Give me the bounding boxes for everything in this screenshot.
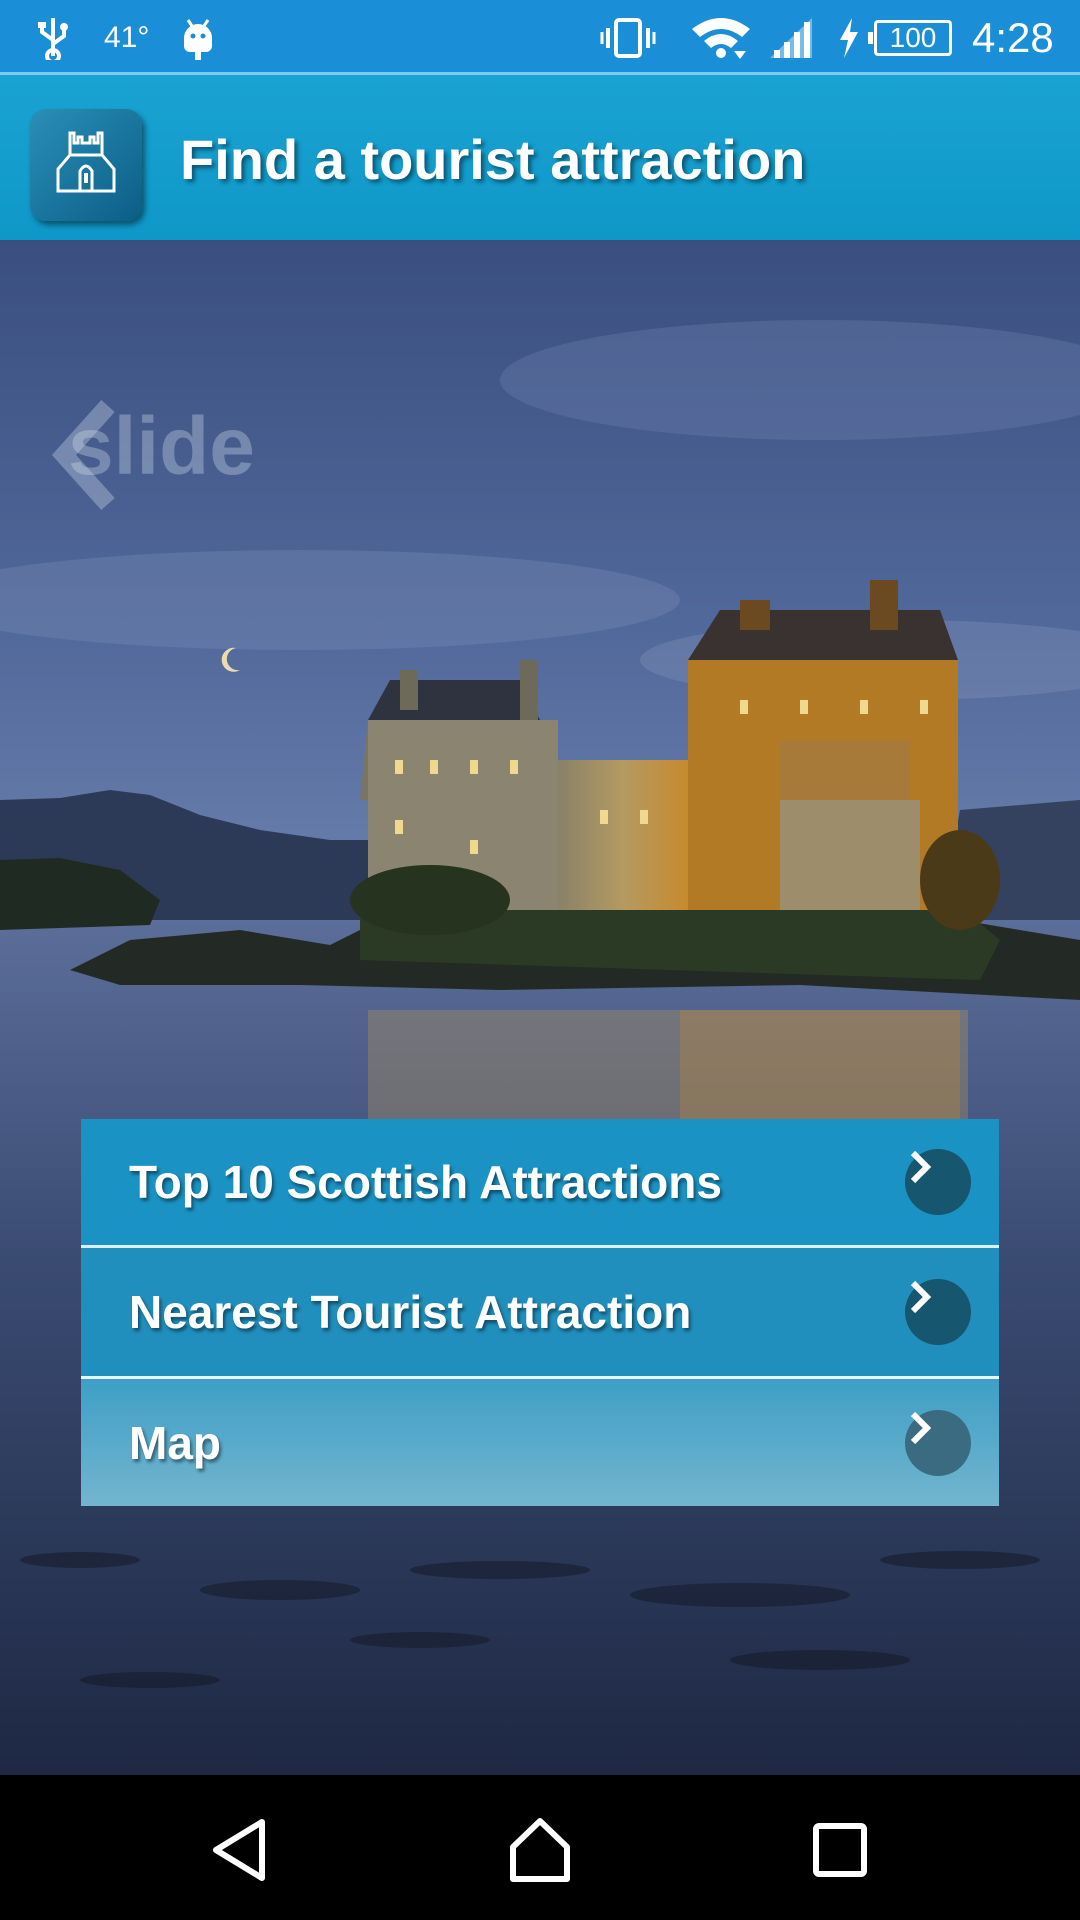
back-icon[interactable]	[200, 1815, 280, 1885]
clock: 4:28	[972, 13, 1054, 61]
navigation-bar	[0, 1775, 1080, 1920]
chevron-right-icon	[905, 1149, 971, 1215]
chevron-left-icon	[51, 400, 115, 510]
castle-photo: slide Top 10 Scottish Attractions Neares…	[0, 240, 1080, 1775]
signal-icon	[768, 0, 814, 75]
menu-item-label: Map	[129, 1416, 221, 1469]
usb-icon	[36, 0, 70, 75]
battery-level: 100	[868, 19, 952, 56]
app-bar: Find a tourist attraction	[0, 75, 1080, 240]
chevron-right-icon	[905, 1279, 971, 1345]
recents-icon[interactable]	[800, 1815, 880, 1885]
vibrate-icon	[600, 0, 656, 75]
menu-item-nearest[interactable]: Nearest Tourist Attraction	[81, 1245, 999, 1376]
menu-item-map[interactable]: Map	[81, 1376, 999, 1506]
attraction-menu: Top 10 Scottish Attractions Nearest Tour…	[81, 1119, 999, 1506]
page-title: Find a tourist attraction	[180, 128, 806, 191]
castle-icon[interactable]	[30, 109, 142, 221]
menu-item-top10[interactable]: Top 10 Scottish Attractions	[81, 1119, 999, 1245]
android-debug-icon	[180, 0, 216, 75]
wifi-icon	[690, 0, 752, 75]
charging-icon	[836, 0, 862, 75]
temperature-readout: 41°	[104, 20, 150, 54]
chevron-right-icon	[905, 1409, 971, 1476]
status-bar: 41° 100 4:28	[0, 0, 1080, 75]
menu-item-label: Top 10 Scottish Attractions	[129, 1156, 722, 1208]
home-icon[interactable]	[500, 1815, 580, 1885]
menu-item-label: Nearest Tourist Attraction	[129, 1286, 692, 1338]
slide-hint: slide	[50, 400, 255, 510]
battery-icon: 100	[868, 0, 952, 75]
